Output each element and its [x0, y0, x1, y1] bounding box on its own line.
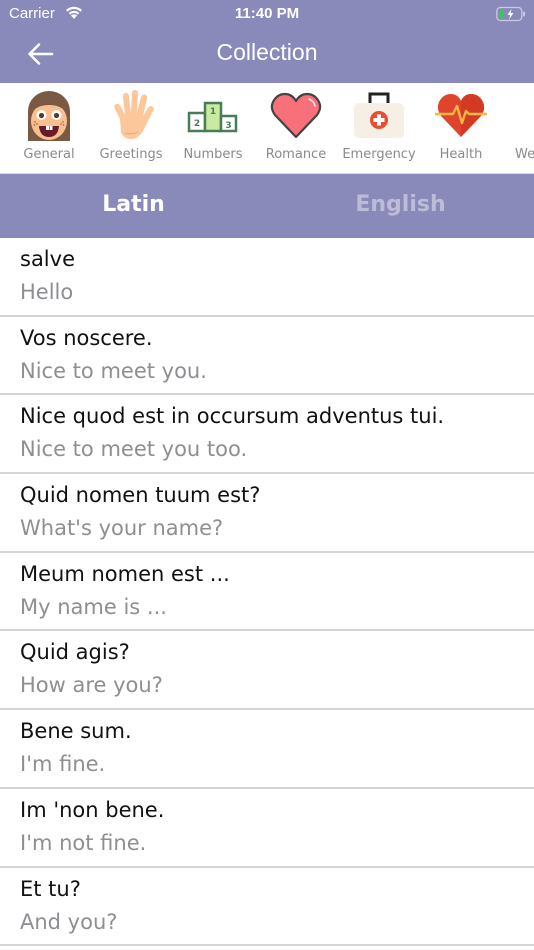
page-title: Collection — [216, 39, 318, 65]
phrase-row[interactable]: Et tu? And you? — [0, 868, 534, 947]
phrase-latin: Bene sum. — [20, 719, 132, 744]
phrase-english: How are you? — [20, 673, 163, 698]
category-label: Numbers — [183, 147, 243, 162]
category-numbers[interactable]: 2 1 3 Numbers — [172, 83, 254, 173]
arrow-left-icon[interactable] — [24, 40, 56, 68]
phrase-english: And you? — [20, 909, 118, 934]
svg-text:2: 2 — [194, 119, 200, 129]
category-label: Health — [439, 147, 483, 162]
category-emergency[interactable]: Emergency — [338, 83, 420, 173]
phrase-latin: Im 'non bene. — [20, 797, 165, 822]
category-strip[interactable]: General Greetings 2 1 3 Numbers Romance — [0, 83, 534, 174]
phrase-row[interactable]: Quid agis? How are you? — [0, 631, 534, 711]
phrase-latin: salve — [20, 247, 75, 271]
phrase-row[interactable]: Bene sum. I'm fine. — [0, 710, 534, 789]
phrase-english: I'm fine. — [20, 752, 106, 777]
girl-face-icon — [28, 91, 70, 141]
phrase-latin: Nice quod est in occursum adventus tui. — [20, 404, 445, 429]
phrase-english: Hello — [20, 280, 74, 304]
clock: 11:40 PM — [234, 5, 300, 22]
phrase-latin: Quid agis? — [20, 640, 130, 665]
phrase-latin: Vos noscere. — [20, 325, 153, 350]
podium-icon: 2 1 3 — [187, 101, 238, 133]
phrase-row[interactable]: Meum nomen est ... My name is ... — [0, 553, 534, 632]
navigation-bar: Collection — [0, 28, 534, 83]
category-general[interactable]: General — [8, 83, 90, 173]
weather-moon-star-icon — [516, 89, 534, 143]
category-label: Romance — [265, 147, 327, 162]
phrase-row[interactable]: Vos noscere. Nice to meet you. — [0, 317, 534, 396]
phrase-row[interactable]: Nice quod est in occursum adventus tui. … — [0, 395, 534, 475]
phrase-row[interactable]: Im 'non bene. I'm not fine. — [0, 789, 534, 868]
category-health[interactable]: Health — [420, 83, 502, 173]
category-label: Emergency — [342, 147, 416, 162]
svg-text:3: 3 — [225, 121, 231, 131]
phrase-english: Nice to meet you too. — [20, 437, 248, 462]
top-bar: Carrier 11:40 PM Collection — [0, 0, 534, 83]
waving-hand-icon — [114, 90, 154, 140]
phrase-latin: Et tu? — [20, 876, 81, 901]
language-tabs: Latin English — [0, 174, 534, 238]
phrase-english: What's your name? — [20, 516, 224, 541]
category-weather[interactable]: We — [503, 83, 534, 173]
heartbeat-icon — [435, 94, 487, 137]
first-aid-kit-icon — [354, 92, 404, 138]
phrase-row[interactable]: Quid nomen tuum est? What's your name? — [0, 474, 534, 553]
status-bar: Carrier 11:40 PM — [0, 0, 534, 28]
tab-english[interactable]: English — [267, 174, 534, 238]
category-greetings[interactable]: Greetings — [90, 83, 172, 173]
phrase-english: My name is ... — [20, 594, 167, 619]
category-label: We — [515, 147, 534, 162]
phrase-latin: Meum nomen est ... — [20, 561, 230, 586]
category-romance[interactable]: Romance — [255, 83, 337, 173]
category-label: General — [23, 147, 75, 162]
phrase-english: I'm not fine. — [20, 830, 147, 855]
phrase-list: salve Hello Vos noscere. Nice to meet yo… — [0, 238, 534, 947]
phrase-english: Nice to meet you. — [20, 358, 207, 383]
phrase-row[interactable]: salve Hello — [0, 238, 534, 317]
heart-icon — [270, 92, 322, 139]
battery-charging-icon — [496, 6, 525, 22]
phrase-latin: Quid nomen tuum est? — [20, 483, 261, 508]
svg-text:1: 1 — [210, 107, 216, 117]
tab-latin[interactable]: Latin — [0, 174, 267, 238]
category-label: Greetings — [99, 147, 163, 162]
